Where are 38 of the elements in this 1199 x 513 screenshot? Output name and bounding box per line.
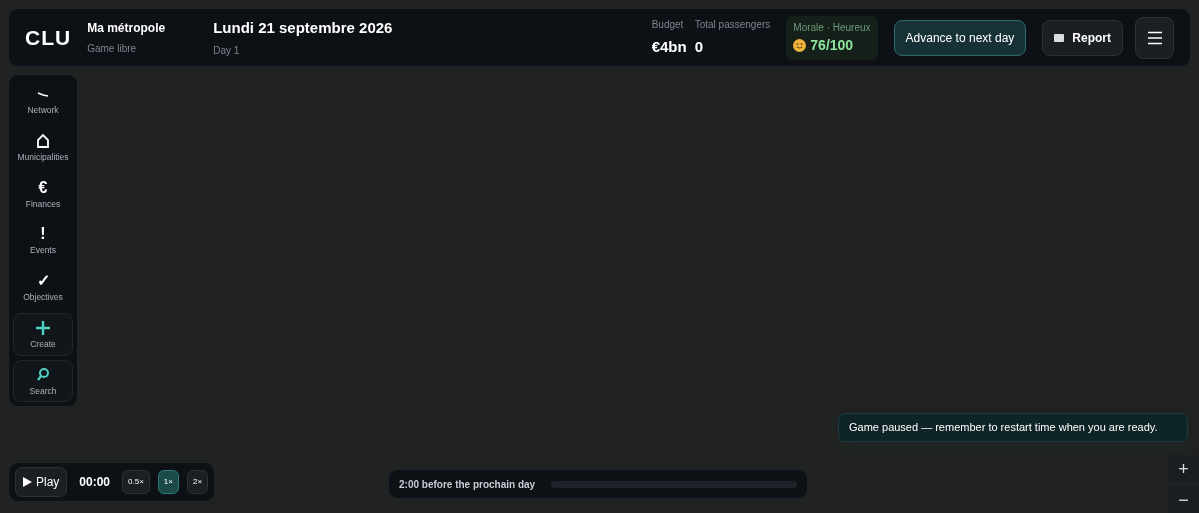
sidebar-item[interactable]: Network	[13, 79, 73, 122]
zoom-in-button[interactable]: +	[1168, 455, 1199, 482]
game-mode: Game libre	[87, 42, 138, 56]
day-countdown: 2:00 before the prochain day	[399, 477, 536, 492]
exclamation-icon: !	[40, 224, 46, 245]
stat-value: 0	[694, 36, 705, 57]
euro-icon: €	[38, 177, 48, 198]
menu-icon	[1146, 30, 1163, 45]
table-icon	[1054, 33, 1065, 42]
morale-label: Morale · Heureux	[793, 20, 871, 35]
stat-label: Budget	[651, 17, 685, 32]
speed-button[interactable]: 0.5×	[122, 470, 150, 494]
sidebar-item[interactable]: Create	[13, 312, 73, 356]
toast-message: Game paused — remember to restart time when you are ready.	[838, 413, 1188, 442]
city-name: Ma métropole	[87, 20, 166, 37]
current-date: Lundi 21 septembre 2026	[213, 17, 393, 38]
sidebar-item[interactable]: Municipalities	[13, 125, 73, 169]
zoom-out-button[interactable]: −	[1168, 486, 1199, 513]
play-icon	[23, 477, 32, 487]
play-button[interactable]: Play	[15, 467, 68, 497]
day-counter: Day 1	[213, 44, 241, 59]
app-logo: CLU	[25, 24, 72, 51]
sidebar-item[interactable]: ✓ Objectives	[13, 266, 73, 309]
check-icon: ✓	[36, 271, 50, 291]
smiley-icon	[793, 38, 807, 52]
advance-day-button[interactable]: Advance to next day	[893, 19, 1027, 56]
sidebar-item[interactable]: Search	[13, 359, 73, 403]
line-icon	[37, 92, 49, 97]
stat-label: Total passengers	[694, 17, 771, 32]
sidebar-item[interactable]: ! Events	[13, 219, 73, 262]
report-button[interactable]: Report	[1042, 19, 1123, 56]
stat-value: €4bn	[651, 36, 687, 57]
menu-button[interactable]	[1135, 16, 1174, 59]
speed-button[interactable]: 1×	[157, 470, 179, 494]
speed-button[interactable]: 2×	[186, 470, 209, 494]
sidebar-item[interactable]: € Finances	[13, 172, 73, 216]
game-clock: 00:00	[79, 474, 111, 491]
morale-value: 76/100	[810, 35, 854, 55]
